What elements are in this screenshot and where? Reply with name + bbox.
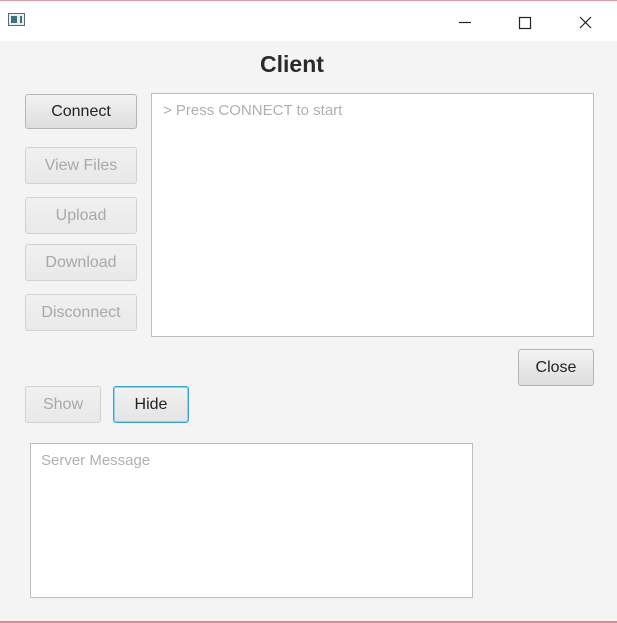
hide-button[interactable]: Hide [113, 386, 189, 423]
server-message-area[interactable]: Server Message [30, 443, 473, 598]
close-icon [579, 16, 592, 29]
app-icon [8, 13, 25, 26]
console-output[interactable]: > Press CONNECT to start [151, 93, 594, 337]
close-button[interactable]: Close [518, 349, 594, 386]
minimize-icon [459, 21, 471, 24]
show-button[interactable]: Show [25, 386, 101, 423]
download-button[interactable]: Download [25, 244, 137, 281]
upload-button[interactable]: Upload [25, 197, 137, 234]
maximize-icon [518, 16, 532, 30]
server-message-placeholder: Server Message [41, 452, 151, 469]
title-bar[interactable] [0, 2, 617, 41]
minimize-button[interactable] [442, 3, 488, 41]
close-window-button[interactable] [562, 3, 608, 41]
connect-button[interactable]: Connect [25, 94, 137, 129]
page-title: Client [260, 51, 324, 77]
console-placeholder: > Press CONNECT to start [163, 102, 343, 119]
client-window: Client Connect View Files Upload Downloa… [0, 0, 617, 623]
disconnect-button[interactable]: Disconnect [25, 294, 137, 331]
view-files-button[interactable]: View Files [25, 147, 137, 184]
maximize-button[interactable] [502, 3, 548, 41]
